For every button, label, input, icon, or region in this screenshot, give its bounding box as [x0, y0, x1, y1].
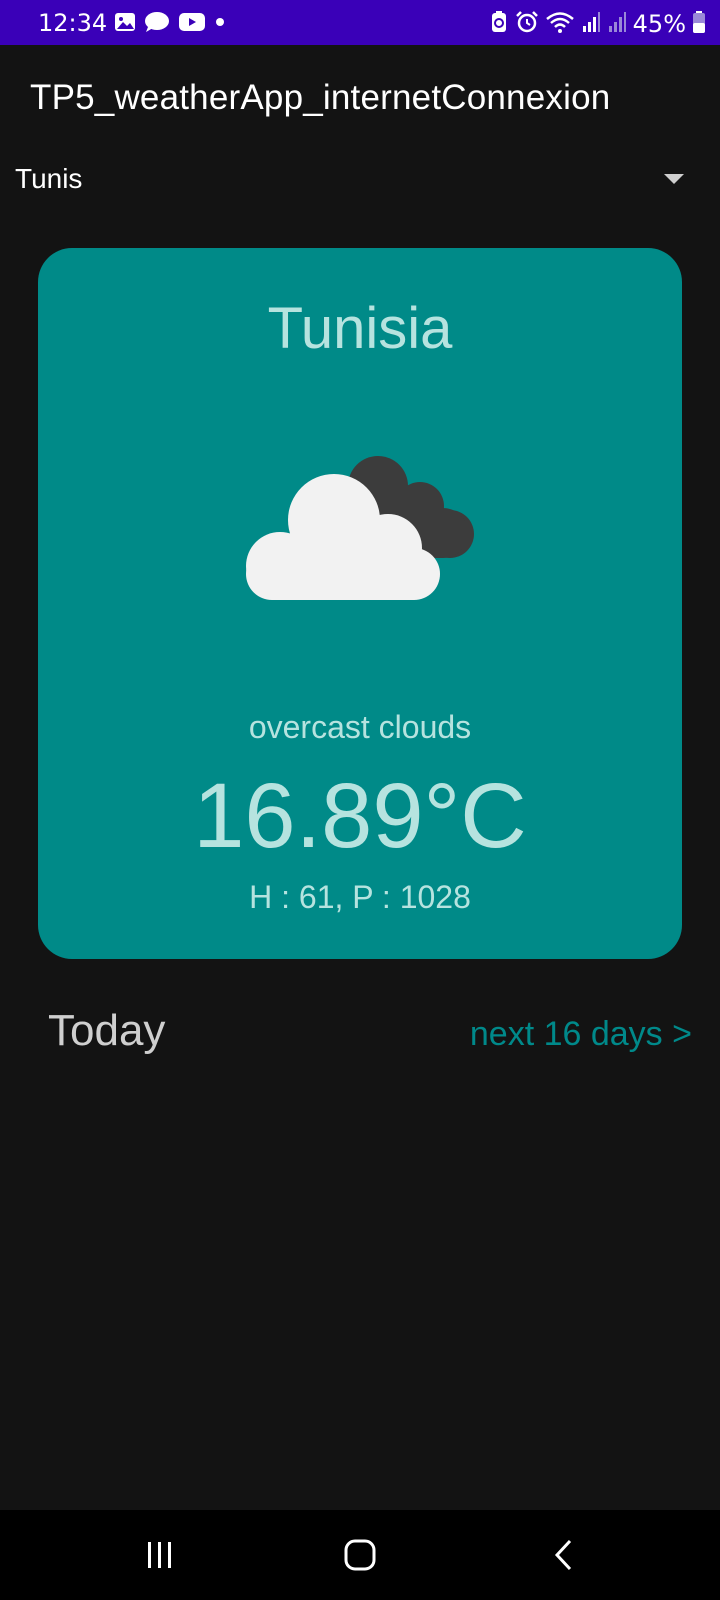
back-button[interactable]	[534, 1530, 594, 1580]
wifi-icon	[545, 10, 575, 38]
status-time: 12:34	[38, 9, 108, 37]
today-label: Today	[48, 1006, 166, 1055]
weather-description: overcast clouds	[248, 709, 472, 745]
home-icon	[344, 1539, 376, 1571]
dropdown-arrow-icon	[664, 174, 684, 184]
dot-icon	[214, 11, 226, 37]
signal-icon	[581, 10, 601, 38]
youtube-icon	[178, 11, 206, 37]
battery-icon	[692, 10, 706, 38]
home-button[interactable]	[330, 1530, 390, 1580]
signal-icon	[607, 10, 627, 38]
system-icons: 45%	[489, 10, 706, 38]
notification-icons	[114, 11, 226, 37]
status-bar: 12:34 45%	[0, 0, 720, 45]
weather-card: Tunisia overcast clouds 16.89°C H: 61, …	[38, 248, 682, 959]
temperature-value: 16.89°C	[193, 765, 527, 867]
city-spinner-value: Tunis	[15, 163, 83, 194]
app-title: TP5_weatherApp_internetConnexion	[30, 78, 611, 117]
overcast-clouds-icon	[238, 448, 482, 616]
alarm-icon	[515, 10, 539, 38]
back-icon	[554, 1539, 572, 1571]
recent-apps-button[interactable]	[130, 1530, 190, 1580]
recent-apps-icon	[148, 1542, 171, 1568]
chat-icon	[144, 11, 170, 37]
country-name: Tunisia	[267, 296, 453, 361]
city-spinner[interactable]: Tunis	[0, 150, 720, 210]
gallery-icon	[114, 11, 136, 37]
humidity-pressure: H : 61, P : 1028	[249, 879, 471, 915]
navigation-bar	[0, 1510, 720, 1600]
next-16-days-link[interactable]: next 16 days >	[470, 1014, 692, 1054]
app-screen: 12:34 45% TP5_weatherApp_internetConnexi…	[0, 0, 720, 1600]
battery-percentage: 45%	[632, 10, 686, 38]
battery-saver-icon	[489, 10, 509, 38]
